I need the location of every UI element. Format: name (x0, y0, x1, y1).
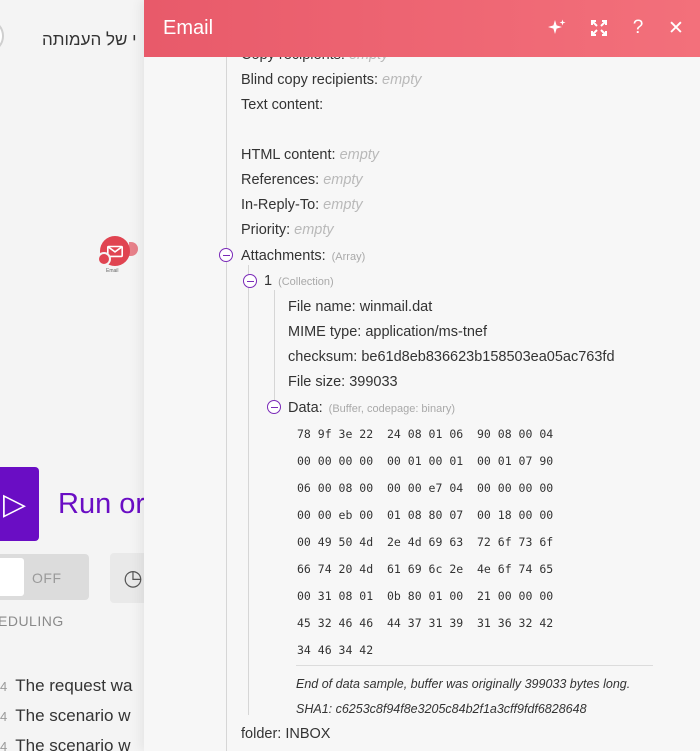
data-sample-note: End of data sample, buffer was originall… (296, 677, 631, 691)
play-icon: ▷ (2, 487, 27, 521)
field-html-content[interactable]: HTML content: empty (241, 145, 379, 165)
bundle-tree: Copy recipients:empty Blind copy recipie… (144, 57, 700, 751)
field-mime-type[interactable]: MIME type: application/ms-tnef (288, 322, 487, 342)
scheduling-label: EDULING (0, 613, 64, 629)
tree-guide (274, 290, 275, 405)
hex-dump-line: 78 9f 3e 22 24 08 01 06 90 08 00 04 (297, 427, 554, 441)
divider (296, 665, 653, 666)
hex-dump-line: 00 49 50 4d 2e 4d 69 63 72 6f 73 6f (297, 535, 554, 549)
field-attachment-item-1[interactable]: 1 (Collection) (264, 271, 334, 292)
hex-dump-line: 34 46 34 42 (297, 643, 374, 657)
field-copy-recipients[interactable]: Copy recipients:empty (241, 57, 388, 65)
help-icon[interactable]: ? (625, 15, 651, 41)
scenario-title[interactable]: י של העמותה (42, 30, 137, 50)
field-priority[interactable]: Priority: empty (241, 220, 334, 240)
field-checksum[interactable]: checksum: be61d8eb836623b158503ea05ac763f… (288, 347, 615, 367)
hex-dump-line: 66 74 20 4d 61 69 6c 2e 4e 6f 74 65 (297, 562, 554, 576)
collapse-item-1-icon[interactable] (243, 274, 257, 288)
expand-icon[interactable] (586, 15, 612, 41)
log-line[interactable]: 4 The scenario w (0, 736, 131, 751)
toggle-label: OFF (32, 570, 62, 586)
tree-guide (226, 57, 227, 751)
panel-title: Email (163, 17, 214, 39)
hex-dump-line: 00 00 00 00 00 01 00 01 00 01 07 90 (297, 454, 554, 468)
close-icon[interactable]: ✕ (663, 15, 689, 41)
sha1-note: SHA1: c6253c8f94f8e3205c84b2f1a3cff9fdf6… (296, 702, 587, 716)
module-label: Email (106, 268, 119, 274)
panel-header: Email ? ✕ (144, 0, 700, 57)
field-file-name[interactable]: File name: winmail.dat (288, 297, 432, 317)
email-output-panel: Email ? ✕ Copy recipients:empty Blind co… (144, 0, 700, 751)
sparkle-icon[interactable] (544, 15, 570, 41)
module-schedule-clock-icon (97, 252, 111, 266)
toggle-knob (0, 558, 24, 596)
run-once-label: Run or (58, 488, 146, 520)
field-references[interactable]: References: empty (241, 170, 363, 190)
scheduling-toggle[interactable]: OFF (0, 554, 89, 600)
log-line[interactable]: 4 The scenario w (0, 706, 131, 726)
field-text-content[interactable]: Text content: (241, 95, 327, 115)
hex-dump-line: 45 32 46 46 44 37 31 39 31 36 32 42 (297, 616, 554, 630)
hex-dump-line: 06 00 08 00 00 00 e7 04 00 00 00 00 (297, 481, 554, 495)
field-folder[interactable]: folder: INBOX (241, 724, 330, 744)
collapse-data-icon[interactable] (267, 400, 281, 414)
tree-guide (248, 265, 249, 715)
log-line[interactable]: 4 The request wa (0, 676, 132, 696)
field-in-reply-to[interactable]: In-Reply-To: empty (241, 195, 363, 215)
field-blind-copy-recipients[interactable]: Blind copy recipients: empty (241, 70, 422, 90)
module-connector[interactable] (129, 242, 138, 256)
clock-icon: ◷ (123, 565, 143, 590)
field-attachments[interactable]: Attachments: (Array) (241, 246, 365, 267)
run-once-button[interactable]: ▷ (0, 467, 39, 541)
hex-dump-line: 00 00 eb 00 01 08 80 07 00 18 00 00 (297, 508, 554, 522)
back-button[interactable] (0, 19, 4, 53)
field-data[interactable]: Data: (Buffer, codepage: binary) (288, 398, 455, 419)
hex-dump-line: 00 31 08 01 0b 80 01 00 21 00 00 00 (297, 589, 554, 603)
field-file-size[interactable]: File size: 399033 (288, 372, 398, 392)
collapse-attachments-icon[interactable] (219, 248, 233, 262)
